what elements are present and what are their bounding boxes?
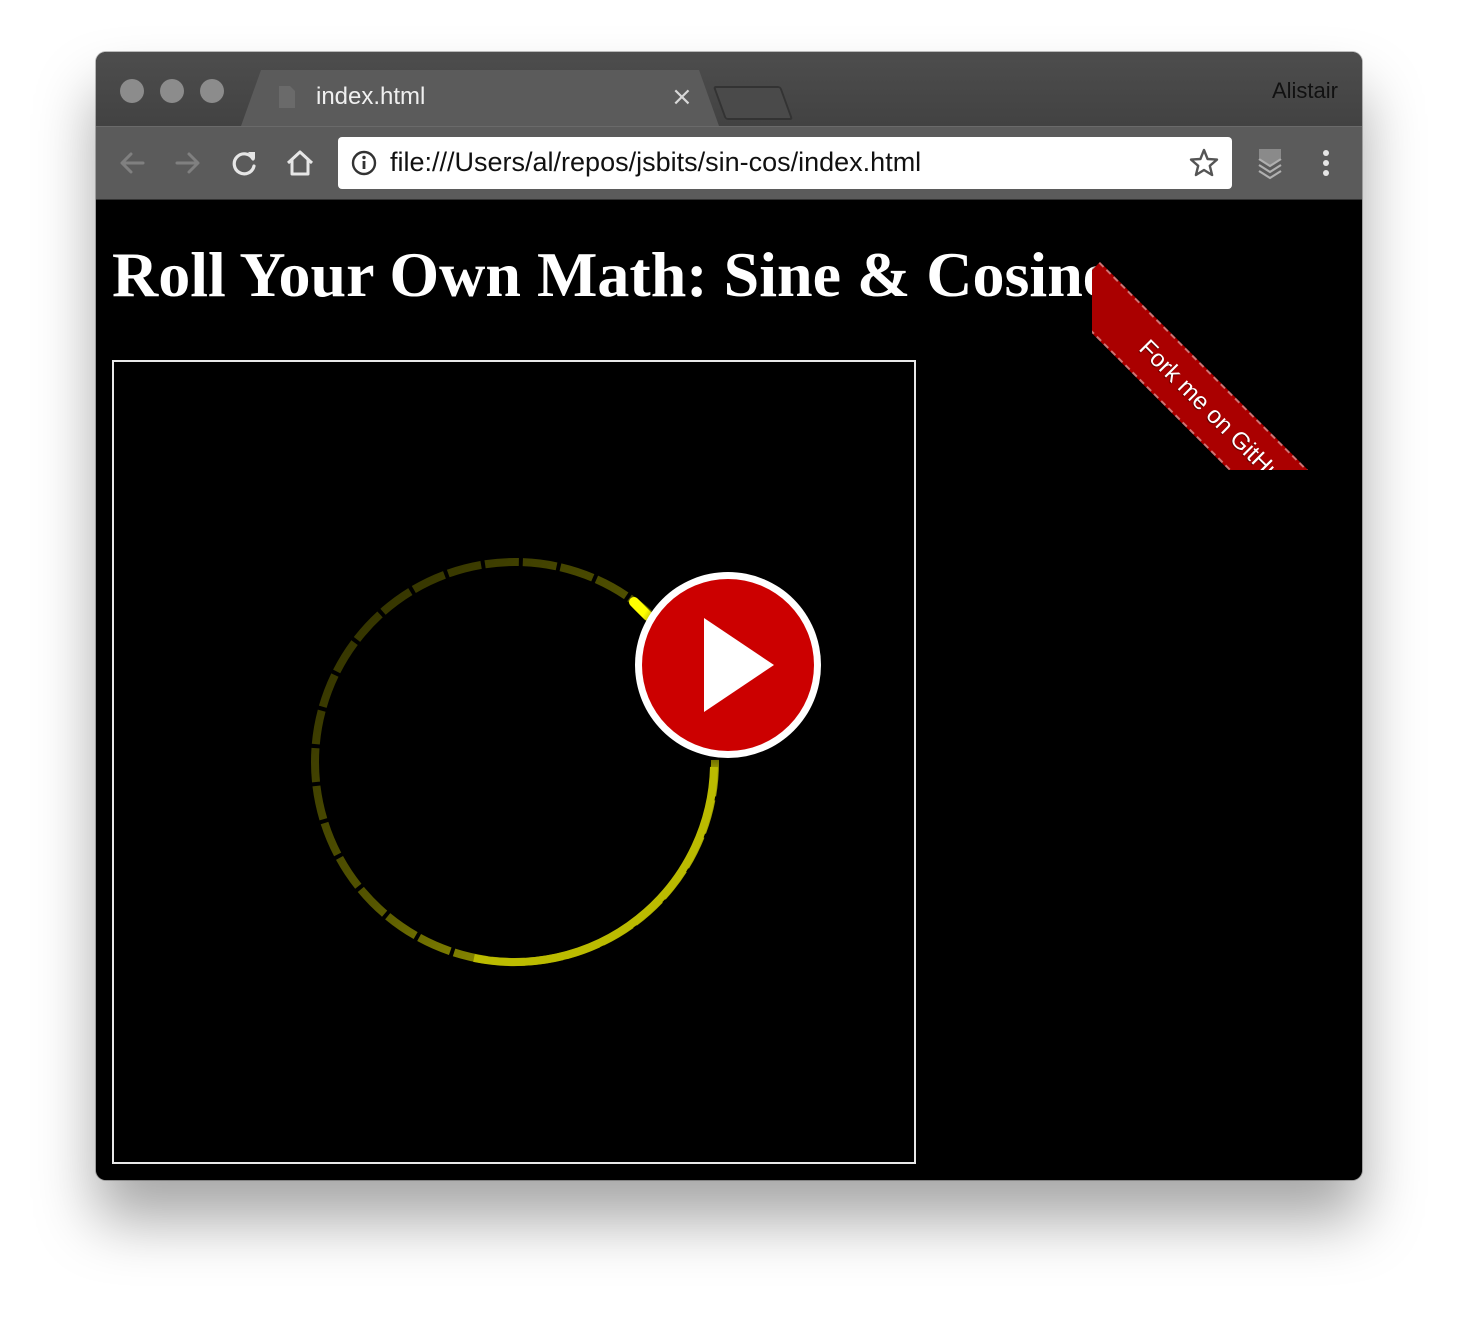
sine-cosine-animation [311, 558, 828, 966]
ribbon-label: Fork me on GitHub [1133, 334, 1297, 470]
tab-strip: index.html × Alistair [96, 52, 1362, 126]
page-content: Roll Your Own Math: Sine & Cosine Fork m… [96, 200, 1362, 1180]
animation-canvas[interactable] [112, 360, 916, 1164]
info-icon[interactable] [350, 149, 378, 177]
browser-window: index.html × Alistair file:///Users/al/r… [96, 52, 1362, 1180]
file-icon [279, 86, 295, 108]
address-bar[interactable]: file:///Users/al/repos/jsbits/sin-cos/in… [338, 137, 1232, 189]
page-title: Roll Your Own Math: Sine & Cosine [112, 239, 1112, 310]
extension-button[interactable] [1252, 145, 1288, 181]
tab-close-button[interactable]: × [671, 82, 693, 112]
circle-highlight [473, 766, 718, 966]
menu-dots-icon [1323, 150, 1329, 176]
reload-button[interactable] [226, 145, 262, 181]
tab-title: index.html [316, 83, 426, 110]
minimize-window-button[interactable] [160, 79, 184, 103]
back-arrow-icon [120, 152, 145, 174]
maximize-window-button[interactable] [200, 79, 224, 103]
home-button[interactable] [282, 145, 318, 181]
back-button[interactable] [114, 145, 150, 181]
github-ribbon-container: Fork me on GitHub [1092, 200, 1362, 470]
extension-icon [1258, 149, 1282, 180]
new-tab-button[interactable] [712, 86, 794, 120]
fork-me-ribbon[interactable]: Fork me on GitHub [1092, 262, 1362, 470]
play-button[interactable] [628, 568, 828, 768]
bookmark-star-icon[interactable] [1188, 147, 1220, 179]
home-icon [286, 150, 314, 176]
tab-index-html[interactable]: index.html × [241, 70, 719, 126]
browser-toolbar: file:///Users/al/repos/jsbits/sin-cos/in… [96, 126, 1362, 200]
close-window-button[interactable] [120, 79, 144, 103]
forward-button[interactable] [170, 145, 206, 181]
url-text[interactable]: file:///Users/al/repos/jsbits/sin-cos/in… [390, 147, 921, 178]
forward-arrow-icon [175, 152, 200, 174]
menu-button[interactable] [1308, 145, 1344, 181]
reload-icon [232, 152, 256, 176]
profile-name[interactable]: Alistair [1272, 78, 1338, 104]
